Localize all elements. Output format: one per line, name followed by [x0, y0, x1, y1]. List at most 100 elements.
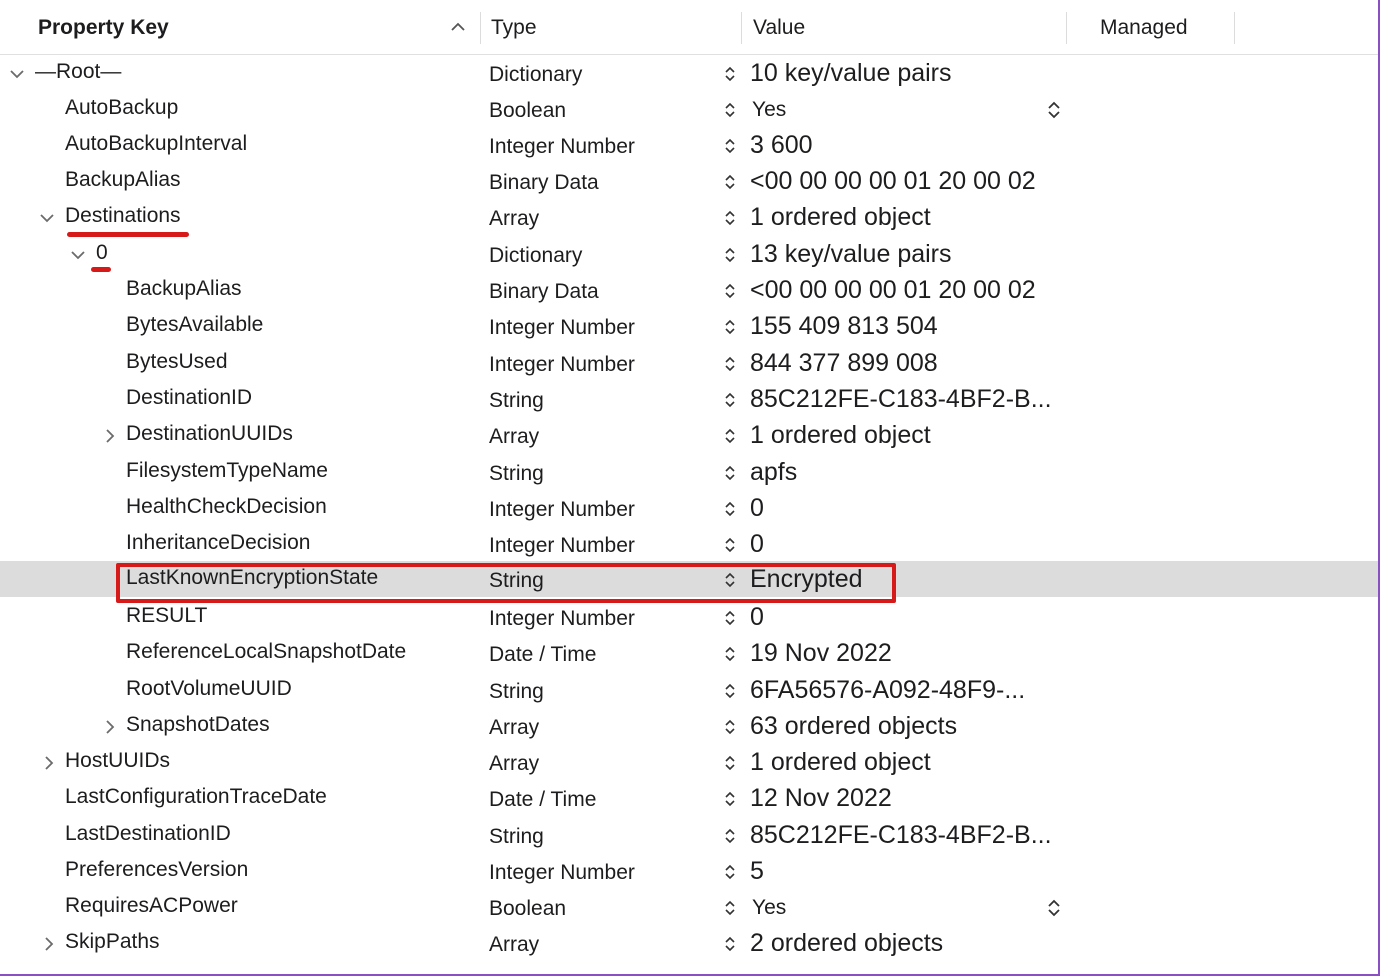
- disclosure-closed-icon[interactable]: [42, 756, 56, 770]
- outline-row[interactable]: DestinationID String 85C212FE-C183-4BF2-B.…: [0, 381, 1378, 417]
- row-type[interactable]: Array: [489, 746, 539, 782]
- type-popup-chevron-icon[interactable]: [724, 499, 736, 519]
- row-value[interactable]: 85C212FE-C183-4BF2-B...: [750, 381, 1052, 417]
- type-popup-chevron-icon[interactable]: [724, 100, 736, 120]
- row-key[interactable]: LastConfigurationTraceDate: [65, 780, 327, 816]
- type-popup-chevron-icon[interactable]: [724, 354, 736, 374]
- outline-row[interactable]: Destinations Array 1 ordered object: [0, 199, 1378, 235]
- column-header-property-key[interactable]: Property Key: [38, 14, 169, 42]
- outline-row[interactable]: DestinationUUIDs Array 1 ordered object: [0, 417, 1378, 453]
- column-separator[interactable]: [1234, 12, 1235, 44]
- row-value[interactable]: <00 00 00 00 01 20 00 02: [750, 272, 1036, 308]
- row-value[interactable]: Yes: [752, 890, 786, 926]
- type-popup-chevron-icon[interactable]: [724, 245, 736, 265]
- row-type[interactable]: Integer Number: [489, 855, 635, 891]
- outline-row[interactable]: ReferenceLocalSnapshotDate Date / Time 19 …: [0, 635, 1378, 671]
- row-type[interactable]: Integer Number: [489, 492, 635, 528]
- outline-row[interactable]: BytesUsed Integer Number 844 377 899 008: [0, 345, 1378, 381]
- row-key[interactable]: AutoBackupInterval: [65, 127, 247, 163]
- sort-ascending-icon[interactable]: [451, 22, 465, 32]
- outline-row[interactable]: HostUUIDs Array 1 ordered object: [0, 744, 1378, 780]
- outline-row[interactable]: BackupAlias Binary Data <00 00 00 00 01 20…: [0, 272, 1378, 308]
- row-key[interactable]: BackupAlias: [126, 272, 242, 308]
- row-key[interactable]: Destinations: [65, 199, 181, 235]
- row-value[interactable]: 0: [750, 490, 764, 526]
- row-value[interactable]: 155 409 813 504: [750, 308, 938, 344]
- disclosure-closed-icon[interactable]: [42, 937, 56, 951]
- row-value[interactable]: 13 key/value pairs: [750, 236, 952, 272]
- type-popup-chevron-icon[interactable]: [724, 717, 736, 737]
- row-value[interactable]: 85C212FE-C183-4BF2-B...: [750, 817, 1052, 853]
- column-separator[interactable]: [1066, 12, 1067, 44]
- column-header-value[interactable]: Value: [753, 14, 805, 42]
- row-value[interactable]: 6FA56576-A092-48F9-...: [750, 672, 1025, 708]
- value-popup-chevron-icon[interactable]: [1047, 100, 1061, 120]
- type-popup-chevron-icon[interactable]: [724, 826, 736, 846]
- type-popup-chevron-icon[interactable]: [724, 281, 736, 301]
- row-type[interactable]: Integer Number: [489, 601, 635, 637]
- row-type[interactable]: Array: [489, 710, 539, 746]
- row-type[interactable]: Integer Number: [489, 310, 635, 346]
- type-popup-chevron-icon[interactable]: [724, 789, 736, 809]
- row-type[interactable]: String: [489, 674, 544, 710]
- row-type[interactable]: Integer Number: [489, 347, 635, 383]
- row-key[interactable]: BackupAlias: [65, 163, 181, 199]
- row-key[interactable]: BytesUsed: [126, 345, 228, 381]
- type-popup-chevron-icon[interactable]: [724, 862, 736, 882]
- row-type[interactable]: String: [489, 456, 544, 492]
- disclosure-open-icon[interactable]: [10, 67, 24, 81]
- row-value[interactable]: <00 00 00 00 01 20 00 02: [750, 163, 1036, 199]
- row-key[interactable]: LastDestinationID: [65, 817, 231, 853]
- type-popup-chevron-icon[interactable]: [724, 390, 736, 410]
- outline-row[interactable]: LastDestinationID String 85C212FE-C183-4BF…: [0, 817, 1378, 853]
- outline-row[interactable]: BackupAlias Binary Data <00 00 00 00 01 20…: [0, 163, 1378, 199]
- column-header-managed[interactable]: Managed: [1100, 14, 1188, 42]
- outline-row[interactable]: BytesAvailable Integer Number 155 409 813 …: [0, 308, 1378, 344]
- type-popup-chevron-icon[interactable]: [724, 208, 736, 228]
- row-value[interactable]: 1 ordered object: [750, 744, 931, 780]
- row-key[interactable]: DestinationID: [126, 381, 252, 417]
- row-key[interactable]: SkipPaths: [65, 925, 160, 961]
- row-value[interactable]: 1 ordered object: [750, 417, 931, 453]
- row-key[interactable]: HealthCheckDecision: [126, 490, 327, 526]
- type-popup-chevron-icon[interactable]: [724, 463, 736, 483]
- row-value[interactable]: 12 Nov 2022: [750, 780, 892, 816]
- type-popup-chevron-icon[interactable]: [724, 608, 736, 628]
- type-popup-chevron-icon[interactable]: [724, 644, 736, 664]
- row-value[interactable]: 844 377 899 008: [750, 345, 938, 381]
- row-value[interactable]: 10 key/value pairs: [750, 55, 952, 91]
- type-popup-chevron-icon[interactable]: [724, 898, 736, 918]
- type-popup-chevron-icon[interactable]: [724, 64, 736, 84]
- row-key[interactable]: AutoBackup: [65, 91, 178, 127]
- row-type[interactable]: Date / Time: [489, 637, 596, 673]
- outline-row[interactable]: RequiresACPower Boolean Yes: [0, 889, 1378, 925]
- type-popup-chevron-icon[interactable]: [724, 317, 736, 337]
- row-key[interactable]: PreferencesVersion: [65, 853, 248, 889]
- outline-row[interactable]: —Root— Dictionary 10 key/value pairs: [0, 55, 1378, 91]
- disclosure-open-icon[interactable]: [71, 248, 85, 262]
- row-type[interactable]: Array: [489, 201, 539, 237]
- outline-row[interactable]: LastConfigurationTraceDate Date / Time 12 …: [0, 780, 1378, 816]
- outline-row[interactable]: SnapshotDates Array 63 ordered objects: [0, 708, 1378, 744]
- outline-row[interactable]: AutoBackupInterval Integer Number 3 600: [0, 127, 1378, 163]
- value-popup-chevron-icon[interactable]: [1047, 898, 1061, 918]
- row-key[interactable]: FilesystemTypeName: [126, 454, 328, 490]
- row-value[interactable]: 0: [750, 599, 764, 635]
- row-key[interactable]: —Root—: [35, 55, 121, 91]
- outline-row[interactable]: InheritanceDecision Integer Number 0: [0, 526, 1378, 562]
- outline-row[interactable]: 0 Dictionary 13 key/value pairs: [0, 236, 1378, 272]
- outline-row[interactable]: FilesystemTypeName String apfs: [0, 454, 1378, 490]
- row-value[interactable]: 5: [750, 853, 764, 889]
- disclosure-closed-icon[interactable]: [103, 429, 117, 443]
- row-value[interactable]: Yes: [752, 92, 786, 128]
- row-value[interactable]: 19 Nov 2022: [750, 635, 892, 671]
- row-key[interactable]: HostUUIDs: [65, 744, 170, 780]
- column-separator[interactable]: [741, 12, 742, 44]
- row-type[interactable]: Boolean: [489, 891, 566, 927]
- type-popup-chevron-icon[interactable]: [724, 681, 736, 701]
- column-header-type[interactable]: Type: [491, 14, 537, 42]
- row-value[interactable]: 3 600: [750, 127, 813, 163]
- row-key[interactable]: DestinationUUIDs: [126, 417, 293, 453]
- row-type[interactable]: Binary Data: [489, 165, 599, 201]
- row-key[interactable]: SnapshotDates: [126, 708, 270, 744]
